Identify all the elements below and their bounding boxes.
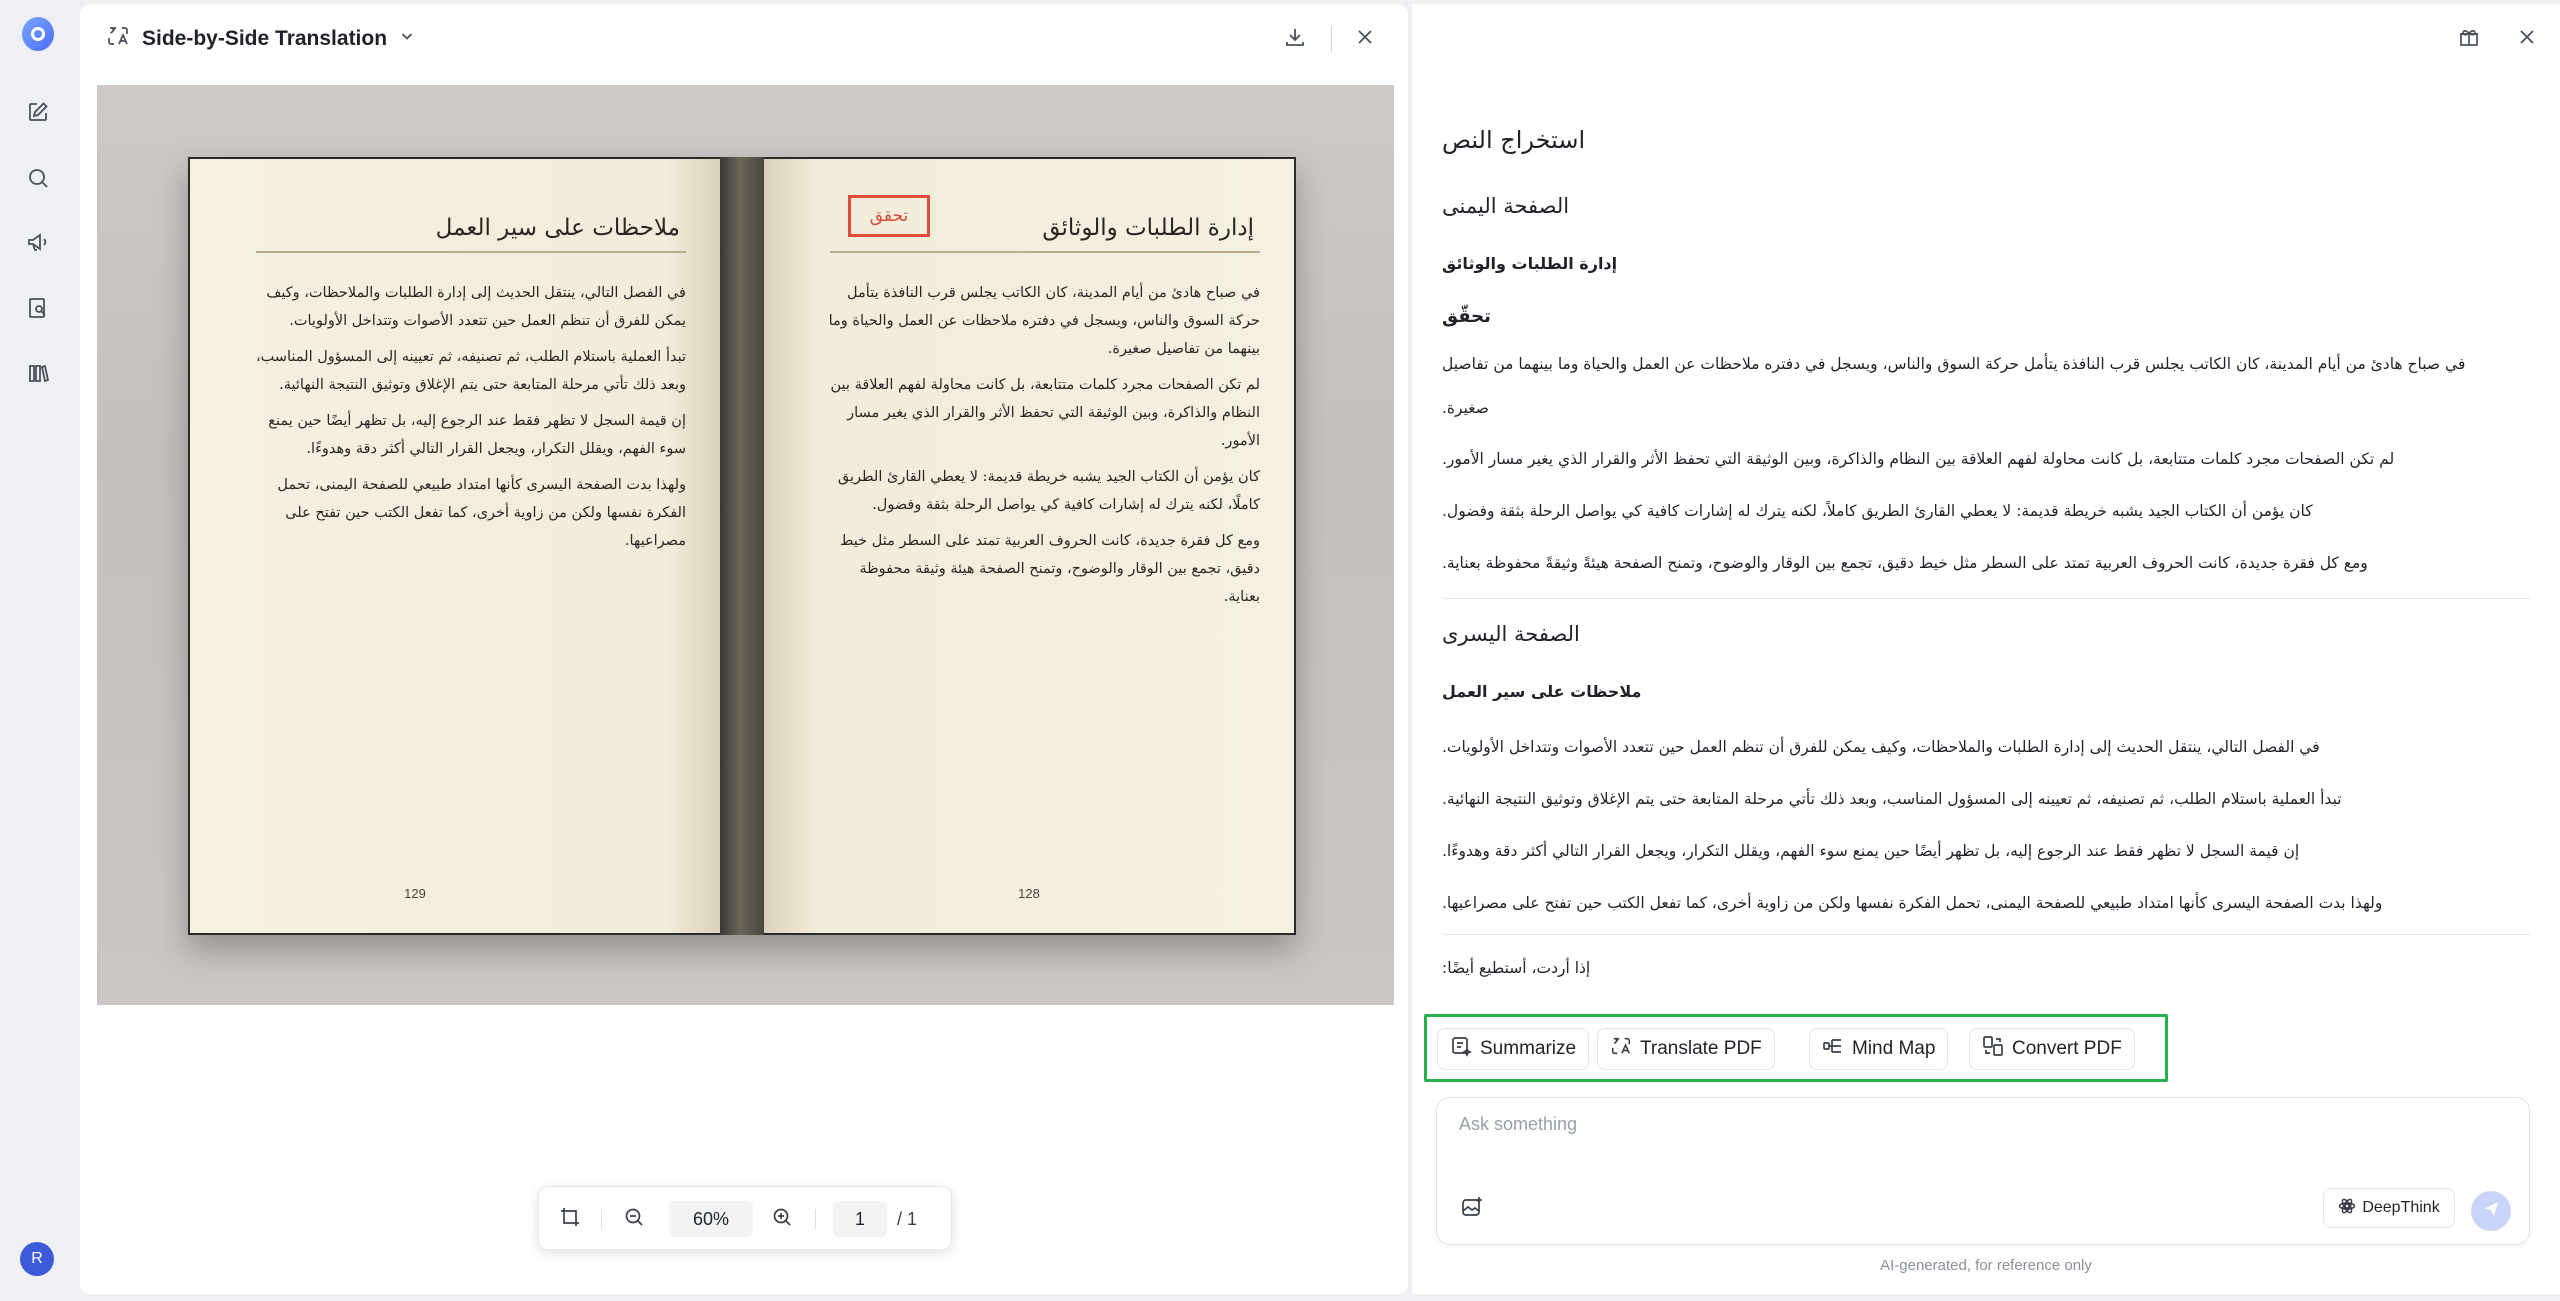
- right-page-paragraph: كان يؤمن أن الكتاب الجيد يشبه خريطة قديم…: [837, 469, 1260, 513]
- close-icon: [1355, 27, 1375, 52]
- new-chat-icon[interactable]: [22, 96, 54, 128]
- download-button[interactable]: [1280, 24, 1310, 54]
- close-panel-button[interactable]: [2512, 24, 2542, 54]
- response-paragraph: إن قيمة السجل لا تظهر فقط عند الرجوع إلي…: [1442, 842, 2300, 860]
- gift-icon: [2457, 25, 2481, 54]
- send-icon: [2482, 1200, 2500, 1223]
- zoom-out-icon: [623, 1206, 645, 1233]
- viewer-toolbar: 60% 1 / 1: [538, 1186, 952, 1250]
- stamp-text: تحقّق: [1442, 306, 1491, 327]
- toolbar-divider: [601, 1209, 602, 1229]
- document-header: Side-by-Side Translation: [80, 4, 1408, 72]
- fit-page-button[interactable]: [555, 1204, 585, 1234]
- left-page-body: في الفصل التالي، ينتقل الحديث إلى إدارة …: [250, 279, 686, 563]
- translate-pdf-button[interactable]: Translate PDF: [1597, 1028, 1775, 1070]
- response-paragraph: تبدأ العملية باستلام الطلب، ثم تصنيفه، ث…: [1442, 790, 2342, 808]
- chat-composer: DeepThink: [1436, 1097, 2530, 1245]
- quick-actions-highlight: Summarize Translate PDF Mind Map Convert…: [1424, 1014, 2168, 1082]
- translate-pdf-label: Translate PDF: [1640, 1038, 1762, 1059]
- chevron-down-icon[interactable]: [399, 28, 415, 49]
- deepthink-label: DeepThink: [2362, 1199, 2440, 1216]
- deepthink-icon: [2338, 1197, 2356, 1220]
- user-avatar[interactable]: R: [20, 1242, 54, 1276]
- left-page-section-subtitle: ملاحظات على سير العمل: [1442, 682, 1642, 701]
- mind-map-button[interactable]: Mind Map: [1809, 1028, 1949, 1070]
- book-gutter: [720, 157, 764, 935]
- convert-icon: [1982, 1035, 2004, 1063]
- left-page-paragraph: إن قيمة السجل لا تظهر فقط عند الرجوع إلي…: [268, 413, 686, 457]
- document-mode-title: Side-by-Side Translation: [142, 26, 388, 50]
- crop-frame-icon: [559, 1206, 581, 1233]
- mode-selector[interactable]: Side-by-Side Translation: [106, 24, 415, 53]
- left-page-number: 129: [404, 886, 426, 901]
- mind-map-label: Mind Map: [1852, 1038, 1936, 1059]
- page-total: / 1: [897, 1209, 918, 1229]
- book-page-right: تحقق إدارة الطلبات والوثائق في صباح هادئ…: [764, 159, 1294, 933]
- send-button[interactable]: [2471, 1191, 2511, 1231]
- close-icon: [2517, 27, 2537, 52]
- zoom-out-button[interactable]: [619, 1204, 649, 1234]
- response-paragraph: صغيرة.: [1442, 399, 1489, 417]
- deepthink-toggle[interactable]: DeepThink: [2323, 1188, 2455, 1228]
- mind-map-icon: [1822, 1035, 1844, 1063]
- response-paragraph: في الفصل التالي، ينتقل الحديث إلى إدارة …: [1442, 738, 2320, 756]
- image-add-icon: [1460, 1195, 1484, 1224]
- response-paragraph: لم تكن الصفحات مجرد كلمات متتابعة، بل كا…: [1442, 450, 2395, 468]
- search-icon[interactable]: [22, 162, 54, 194]
- right-page-section-subtitle: إدارة الطلبات والوثائق: [1442, 254, 1618, 273]
- right-page-paragraph: لم تكن الصفحات مجرد كلمات متتابعة، بل كا…: [830, 377, 1260, 449]
- zoom-level[interactable]: 60%: [669, 1201, 753, 1237]
- section-divider: [1442, 598, 2530, 599]
- right-page-paragraph: ومع كل فقرة جديدة، كانت الحروف العربية ت…: [840, 533, 1260, 605]
- megaphone-icon[interactable]: [22, 226, 54, 258]
- heading-rule: [256, 251, 686, 253]
- library-icon[interactable]: [22, 357, 54, 389]
- response-paragraph: ولهذا بدت الصفحة اليسرى كأنها امتداد طبي…: [1442, 894, 2383, 912]
- left-page-paragraph: تبدأ العملية باستلام الطلب، ثم تصنيفه، ث…: [255, 349, 686, 393]
- response-paragraph: في صباح هادئ من أيام المدينة، كان الكاتب…: [1442, 355, 2466, 373]
- header-divider: [1331, 26, 1332, 52]
- doc-search-icon[interactable]: [22, 292, 54, 324]
- book-page-left: ملاحظات على سير العمل في الفصل التالي، ي…: [190, 159, 720, 933]
- summarize-icon: [1450, 1035, 1472, 1063]
- ai-disclaimer: AI-generated, for reference only: [1880, 1257, 2092, 1274]
- response-closing: إذا أردت، أستطيع أيضًا:: [1442, 959, 1591, 977]
- section-divider: [1442, 934, 2530, 935]
- left-page-section-title: الصفحة اليسرى: [1442, 622, 1580, 646]
- ask-input[interactable]: [1459, 1114, 2499, 1135]
- convert-pdf-button[interactable]: Convert PDF: [1969, 1028, 2135, 1070]
- heading-rule: [830, 251, 1260, 253]
- download-icon: [1283, 25, 1307, 54]
- translate-icon: [1610, 1035, 1632, 1063]
- right-page-body: في صباح هادئ من أيام المدينة، كان الكاتب…: [824, 279, 1260, 619]
- book-image: ملاحظات على سير العمل في الفصل التالي، ي…: [188, 157, 1296, 935]
- response-heading: استخراج النص: [1442, 126, 1586, 154]
- response-paragraph: ومع كل فقرة جديدة، كانت الحروف العربية ت…: [1442, 554, 2368, 572]
- left-page-paragraph: ولهذا بدت الصفحة اليسرى كأنها امتداد طبي…: [277, 477, 686, 549]
- right-page-heading: إدارة الطلبات والوثائق: [1042, 215, 1254, 241]
- page-number-input[interactable]: 1: [833, 1201, 887, 1237]
- summarize-label: Summarize: [1480, 1038, 1577, 1059]
- icon-rail: R: [0, 0, 76, 1301]
- document-panel: Side-by-Side Translation ملاحظات على سير…: [80, 4, 1408, 1294]
- close-document-button[interactable]: [1350, 24, 1380, 54]
- zoom-in-icon: [771, 1206, 793, 1233]
- verify-stamp: تحقق: [848, 195, 930, 237]
- attach-image-button[interactable]: [1457, 1194, 1487, 1224]
- zoom-in-button[interactable]: [767, 1204, 797, 1234]
- summarize-button[interactable]: Summarize: [1437, 1028, 1590, 1070]
- right-page-number: 128: [1018, 886, 1040, 901]
- pdf-viewer[interactable]: ملاحظات على سير العمل في الفصل التالي، ي…: [97, 85, 1394, 1005]
- left-page-paragraph: في الفصل التالي، ينتقل الحديث إلى إدارة …: [266, 285, 686, 329]
- gift-button[interactable]: [2454, 24, 2484, 54]
- toolbar-divider: [815, 1209, 816, 1229]
- app-logo-icon[interactable]: [22, 17, 54, 51]
- right-page-section-title: الصفحة اليمنى: [1442, 194, 1570, 218]
- convert-pdf-label: Convert PDF: [2012, 1038, 2122, 1059]
- right-page-paragraph: في صباح هادئ من أيام المدينة، كان الكاتب…: [828, 285, 1260, 357]
- response-paragraph: كان يؤمن أن الكتاب الجيد يشبه خريطة قديم…: [1442, 502, 2313, 520]
- left-page-heading: ملاحظات على سير العمل: [435, 215, 680, 241]
- translate-mode-icon: [106, 24, 130, 53]
